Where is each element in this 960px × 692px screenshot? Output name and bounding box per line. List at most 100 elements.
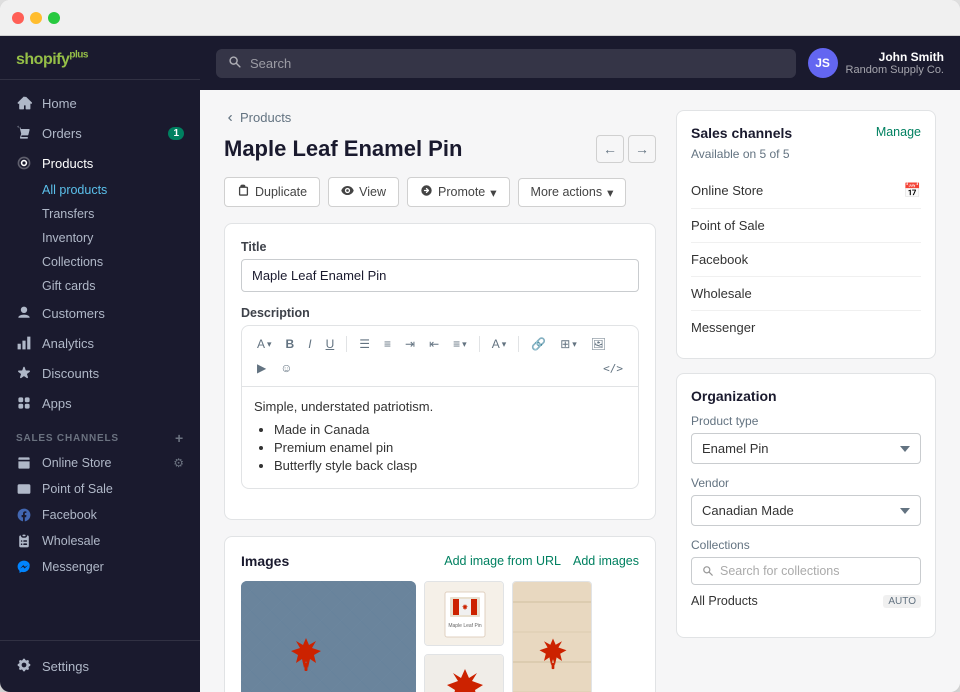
sidebar-item-home[interactable]: Home: [0, 88, 200, 118]
collections-section: Collections All Products AUTO: [691, 538, 921, 611]
search-bar[interactable]: [216, 49, 796, 78]
product-type-label: Product type: [691, 414, 921, 428]
sidebar-item-gift-cards[interactable]: Gift cards: [0, 274, 200, 298]
browser-window: shopifyplus Home Orders 1: [0, 0, 960, 692]
logo-text: shopifyplus: [16, 51, 88, 68]
calendar-icon[interactable]: 📅: [904, 182, 921, 199]
organization-title: Organization: [691, 388, 921, 404]
bold-button[interactable]: B: [281, 334, 300, 354]
add-sales-channel-icon[interactable]: +: [175, 430, 184, 446]
add-images-button[interactable]: Add images: [573, 554, 639, 568]
sales-channels-subtitle: Available on 5 of 5: [691, 147, 921, 161]
indent-button[interactable]: ⇥: [400, 334, 420, 354]
prev-product-button[interactable]: ←: [596, 135, 624, 163]
table-button[interactable]: ⊞ ▾: [555, 334, 582, 354]
sidebar-footer: Settings: [0, 640, 200, 692]
vendor-section: Vendor Canadian Made: [691, 476, 921, 526]
underline-button[interactable]: U: [321, 334, 340, 354]
editor: A ▾ B I U ☰ ≡ ⇥ ⇤ ≡: [241, 325, 639, 489]
sidebar-item-customers[interactable]: Customers: [0, 298, 200, 328]
products-subnav: All products Transfers Inventory Collect…: [0, 178, 200, 298]
toolbar-sep-1: [346, 336, 347, 352]
settings-icon: [16, 657, 32, 676]
manage-link[interactable]: Manage: [876, 125, 921, 139]
sidebar-item-orders[interactable]: Orders 1: [0, 118, 200, 148]
topbar: JS John Smith Random Supply Co.: [200, 36, 960, 90]
customers-icon: [16, 305, 32, 321]
font-color-button[interactable]: A ▾: [487, 334, 512, 354]
sidebar-channel-label: Point of Sale: [42, 482, 113, 496]
editor-toolbar: A ▾ B I U ☰ ≡ ⇥ ⇤ ≡: [242, 326, 638, 387]
images-title: Images: [241, 553, 289, 569]
view-icon: [341, 184, 354, 200]
vendor-select[interactable]: Canadian Made: [691, 495, 921, 526]
analytics-icon: [16, 335, 32, 351]
title-card: Title Description A ▾ B I: [224, 223, 656, 520]
close-button[interactable]: [12, 12, 24, 24]
sidebar-item-label: Discounts: [42, 366, 99, 381]
outdent-button[interactable]: ⇤: [424, 334, 444, 354]
online-store-settings-icon[interactable]: ⚙: [173, 456, 184, 470]
source-code-button[interactable]: </>: [598, 359, 628, 378]
sidebar-item-messenger[interactable]: Messenger: [0, 554, 200, 580]
sidebar-item-inventory[interactable]: Inventory: [0, 226, 200, 250]
close-up-image: [425, 655, 504, 692]
title-label: Title: [241, 240, 639, 254]
sidebar-item-all-products[interactable]: All products: [0, 178, 200, 202]
svg-text:Maple Leaf Pin: Maple Leaf Pin: [448, 623, 482, 629]
sidebar-item-transfers[interactable]: Transfers: [0, 202, 200, 226]
ordered-list-button[interactable]: ≡: [379, 334, 396, 354]
content-area: Products Maple Leaf Enamel Pin ← →: [200, 90, 960, 692]
add-image-url-button[interactable]: Add image from URL: [444, 554, 561, 568]
more-actions-button[interactable]: More actions ▾: [518, 178, 627, 207]
sidebar-item-facebook[interactable]: Facebook: [0, 502, 200, 528]
user-info: John Smith Random Supply Co.: [846, 50, 944, 76]
sidebar-item-online-store[interactable]: Online Store ⚙: [0, 450, 200, 476]
emoji-button[interactable]: ☺: [275, 358, 297, 378]
search-icon: [228, 55, 242, 72]
jeans-background: [241, 581, 416, 692]
collections-search-input[interactable]: [720, 564, 910, 578]
sidebar-item-apps[interactable]: Apps: [0, 388, 200, 418]
user-name: John Smith: [846, 50, 944, 64]
sidebar-item-label: Customers: [42, 306, 105, 321]
sidebar-item-point-of-sale[interactable]: Point of Sale: [0, 476, 200, 502]
product-image-thumb-1[interactable]: Maple Leaf Pin: [424, 581, 504, 646]
sidebar-channel-label: Messenger: [42, 560, 104, 574]
font-size-button[interactable]: A ▾: [252, 334, 277, 354]
sidebar-item-discounts[interactable]: Discounts: [0, 358, 200, 388]
title-input[interactable]: [241, 259, 639, 292]
align-button[interactable]: ≡ ▾: [448, 334, 472, 354]
minimize-button[interactable]: [30, 12, 42, 24]
editor-content[interactable]: Simple, understated patriotism. Made in …: [242, 387, 638, 488]
video-button[interactable]: ▶: [252, 358, 271, 378]
product-image-thumb-3[interactable]: [512, 581, 592, 692]
sidebar-item-settings[interactable]: Settings: [16, 651, 184, 682]
product-image-main[interactable]: [241, 581, 416, 692]
breadcrumb-link[interactable]: Products: [240, 110, 291, 125]
view-button[interactable]: View: [328, 177, 399, 207]
sidebar-item-collections[interactable]: Collections: [0, 250, 200, 274]
main-area: JS John Smith Random Supply Co. Products: [200, 36, 960, 692]
unordered-list-button[interactable]: ☰: [354, 334, 375, 354]
product-image-thumb-2[interactable]: [424, 654, 504, 692]
link-button[interactable]: 🔗: [526, 334, 551, 354]
discounts-icon: [16, 365, 32, 381]
home-icon: [16, 95, 32, 111]
sidebar-item-products[interactable]: Products: [0, 148, 200, 178]
collections-search[interactable]: [691, 557, 921, 585]
image-button[interactable]: 🖼: [586, 334, 611, 354]
maximize-button[interactable]: [48, 12, 60, 24]
channel-facebook: Facebook: [691, 243, 921, 277]
duplicate-button[interactable]: Duplicate: [224, 177, 320, 207]
search-input[interactable]: [250, 56, 784, 71]
channel-point-of-sale: Point of Sale: [691, 209, 921, 243]
breadcrumb-back-icon: [224, 112, 236, 124]
product-type-select[interactable]: Enamel Pin: [691, 433, 921, 464]
sidebar-item-analytics[interactable]: Analytics: [0, 328, 200, 358]
sidebar-item-wholesale[interactable]: Wholesale: [0, 528, 200, 554]
next-product-button[interactable]: →: [628, 135, 656, 163]
promote-button[interactable]: Promote ▾: [407, 177, 510, 207]
italic-button[interactable]: I: [303, 334, 316, 354]
logo-plus: plus: [69, 50, 88, 61]
